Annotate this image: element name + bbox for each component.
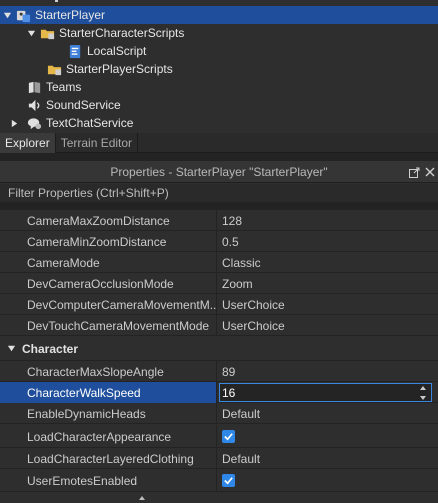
property-value[interactable]: UserChoice — [217, 294, 438, 315]
property-value[interactable]: Default — [217, 448, 438, 469]
properties-title: Properties - StarterPlayer "StarterPlaye… — [110, 164, 328, 179]
property-row-load-character-layered-clothing[interactable]: LoadCharacterLayeredClothing Default — [0, 448, 438, 469]
spin-up-icon[interactable] — [420, 386, 426, 390]
property-name: UserEmotesEnabled — [0, 469, 217, 492]
property-value[interactable]: 128 — [217, 210, 438, 231]
property-value[interactable]: Default — [217, 403, 438, 424]
scroll-remnant — [55, 0, 58, 2]
property-row-camera-max-zoom-distance[interactable]: CameraMaxZoomDistance 128 — [0, 210, 438, 231]
property-row-camera-min-zoom-distance[interactable]: CameraMinZoomDistance 0.5 — [0, 231, 438, 252]
walk-speed-editor[interactable] — [219, 383, 432, 402]
sound-icon — [25, 96, 43, 114]
tree-item-label: LocalScript — [87, 44, 147, 58]
spin-stepper[interactable] — [419, 386, 427, 400]
property-name: CharacterWalkSpeed — [0, 382, 217, 403]
property-name: CameraMaxZoomDistance — [0, 210, 217, 231]
chat-icon — [25, 114, 43, 132]
property-name: LoadCharacterLayeredClothing — [0, 448, 217, 469]
tab-explorer[interactable]: Explorer — [0, 133, 56, 153]
collapse-arrow-icon[interactable] — [4, 114, 25, 132]
filter-divider — [0, 202, 438, 210]
property-grid: CameraMaxZoomDistance 128 CameraMinZoomD… — [0, 210, 438, 503]
tree-item-label: StarterPlayer — [35, 8, 106, 22]
property-row-character-walk-speed[interactable]: CharacterWalkSpeed — [0, 382, 438, 403]
section-label: Character — [22, 341, 79, 356]
property-row-dev-camera-occlusion-mode[interactable]: DevCameraOcclusionMode Zoom — [0, 273, 438, 294]
property-row-camera-mode[interactable]: CameraMode Classic — [0, 252, 438, 273]
tree-item-starter-player-scripts[interactable]: StarterPlayerScripts — [0, 60, 438, 78]
property-name: DevTouchCameraMovementMode — [0, 315, 217, 336]
folder-icon — [38, 24, 56, 42]
walk-speed-input[interactable] — [220, 385, 410, 400]
undock-icon[interactable] — [406, 161, 422, 183]
folder-icon — [45, 60, 63, 78]
load-character-appearance-checkbox[interactable] — [222, 430, 235, 443]
property-name: LoadCharacterAppearance — [0, 425, 217, 448]
tree-item-starter-character-scripts[interactable]: StarterCharacterScripts — [0, 24, 438, 42]
section-character[interactable]: Character — [0, 337, 438, 361]
property-row-load-character-appearance[interactable]: LoadCharacterAppearance — [0, 425, 438, 448]
user-emotes-enabled-checkbox[interactable] — [222, 474, 235, 487]
section-collapse-icon[interactable] — [0, 340, 22, 358]
teams-icon — [25, 78, 43, 96]
panel-divider[interactable] — [0, 153, 438, 161]
expand-arrow-icon[interactable] — [24, 24, 38, 42]
property-value[interactable]: 89 — [217, 361, 438, 382]
filter-bar — [0, 184, 438, 202]
property-row-user-emotes-enabled[interactable]: UserEmotesEnabled — [0, 469, 438, 492]
tab-terrain-editor[interactable]: Terrain Editor — [56, 133, 139, 153]
tree-item-local-script[interactable]: LocalScript — [0, 42, 438, 60]
local-script-icon — [66, 42, 84, 60]
panel-tabs: Explorer Terrain Editor — [0, 133, 438, 153]
tree-item-sound-service[interactable]: SoundService — [0, 96, 438, 114]
property-value[interactable]: UserChoice — [217, 315, 438, 336]
property-value[interactable]: Classic — [217, 252, 438, 273]
property-row-dev-computer-camera-movement-mode[interactable]: DevComputerCameraMovementM... UserChoice — [0, 294, 438, 315]
properties-header: Properties - StarterPlayer "StarterPlaye… — [0, 161, 438, 183]
tree-item-label: StarterCharacterScripts — [59, 26, 185, 40]
tree-item-teams[interactable]: Teams — [0, 78, 438, 96]
tree-item-text-chat-service[interactable]: TextChatService — [0, 114, 438, 132]
property-row-enable-dynamic-heads[interactable]: EnableDynamicHeads Default — [0, 403, 438, 424]
spin-down-icon[interactable] — [420, 396, 426, 400]
property-name: EnableDynamicHeads — [0, 403, 217, 424]
tree-item-starter-player[interactable]: StarterPlayer — [0, 6, 438, 24]
property-row-character-max-slope-angle[interactable]: CharacterMaxSlopeAngle 89 — [0, 361, 438, 382]
explorer-panel: StarterPlayer StarterCharacterScripts Lo… — [0, 0, 438, 133]
tree-item-label: SoundService — [46, 98, 121, 112]
property-name: CameraMode — [0, 252, 217, 273]
property-name: CharacterMaxSlopeAngle — [0, 361, 217, 382]
property-value[interactable]: 0.5 — [217, 231, 438, 252]
filter-properties-input[interactable] — [8, 186, 428, 200]
scroll-more-icon — [139, 496, 145, 500]
property-name: DevCameraOcclusionMode — [0, 273, 217, 294]
property-row-dev-touch-camera-movement-mode[interactable]: DevTouchCameraMovementMode UserChoice — [0, 315, 438, 336]
property-value[interactable]: Zoom — [217, 273, 438, 294]
close-icon[interactable] — [422, 161, 438, 183]
property-name: DevComputerCameraMovementM... — [0, 294, 217, 315]
tree-item-label: TextChatService — [46, 116, 134, 130]
expand-arrow-icon[interactable] — [0, 6, 14, 24]
property-name: CameraMinZoomDistance — [0, 231, 217, 252]
tree-item-label: StarterPlayerScripts — [66, 62, 173, 76]
starter-player-icon — [14, 6, 32, 24]
tree-item-label: Teams — [46, 80, 82, 94]
